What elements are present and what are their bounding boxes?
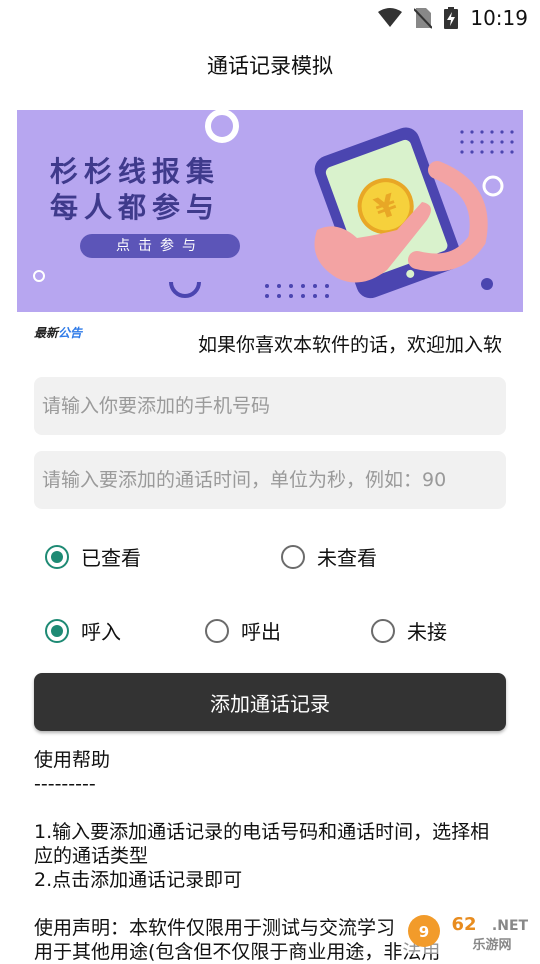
promo-banner[interactable]: ¥ 杉杉线报集 每人都参与 点击参与 bbox=[17, 110, 523, 312]
svg-text:9: 9 bbox=[419, 923, 429, 941]
radio-incoming-label: 呼入 bbox=[81, 620, 121, 644]
help-title: 使用帮助 bbox=[34, 749, 111, 771]
radio-unchecked-icon bbox=[371, 618, 395, 643]
banner-headline-1: 杉杉线报集 bbox=[50, 155, 221, 188]
phone-number-input[interactable] bbox=[34, 377, 506, 435]
radio-outgoing-label: 呼出 bbox=[241, 620, 281, 644]
status-time: 10:19 bbox=[470, 6, 528, 30]
radio-unviewed[interactable]: 未查看 bbox=[281, 542, 377, 571]
radio-unchecked-icon bbox=[205, 618, 229, 643]
radio-viewed-label: 已查看 bbox=[81, 546, 141, 570]
svg-text:乐游网: 乐游网 bbox=[472, 937, 511, 953]
battery-charging-icon bbox=[444, 7, 459, 29]
radio-missed-label: 未接 bbox=[407, 620, 447, 644]
svg-text:.NET: .NET bbox=[492, 918, 529, 934]
wifi-icon bbox=[378, 8, 403, 27]
status-bar: 10:19 bbox=[0, 0, 540, 36]
banner-headline-2: 每人都参与 bbox=[50, 191, 221, 224]
banner-join-button[interactable]: 点击参与 bbox=[80, 234, 240, 258]
radio-unchecked-icon bbox=[281, 544, 305, 569]
notice-logo-suffix: 公告 bbox=[58, 326, 83, 340]
radio-outgoing[interactable]: 呼出 bbox=[205, 616, 281, 645]
radio-checked-icon bbox=[45, 544, 69, 569]
radio-unviewed-label: 未查看 bbox=[317, 546, 377, 570]
help-step-2: 2.点击添加通话记录即可 bbox=[34, 869, 243, 891]
radio-viewed[interactable]: 已查看 bbox=[45, 542, 141, 571]
notice-marquee[interactable]: 如果你喜欢本软件的话，欢迎加入软 bbox=[198, 330, 524, 357]
radio-incoming[interactable]: 呼入 bbox=[45, 616, 121, 645]
site-watermark-logo: 9 62 .NET 乐游网 bbox=[402, 908, 538, 954]
help-spacer bbox=[34, 796, 504, 820]
add-call-record-button[interactable]: 添加通话记录 bbox=[34, 673, 506, 731]
svg-text:62: 62 bbox=[451, 914, 476, 935]
call-duration-input[interactable] bbox=[34, 451, 506, 509]
help-divider: --------- bbox=[34, 773, 96, 795]
no-sim-icon bbox=[414, 8, 433, 29]
help-step-1: 1.输入要添加通话记录的电话号码和通话时间，选择相应的通话类型 bbox=[34, 821, 490, 867]
radio-missed[interactable]: 未接 bbox=[371, 616, 447, 645]
notice-logo-prefix: 最新 bbox=[34, 326, 59, 340]
radio-checked-icon bbox=[45, 618, 69, 643]
notice-logo: 最新公告 bbox=[34, 324, 82, 341]
page-title: 通话记录模拟 bbox=[207, 54, 333, 78]
